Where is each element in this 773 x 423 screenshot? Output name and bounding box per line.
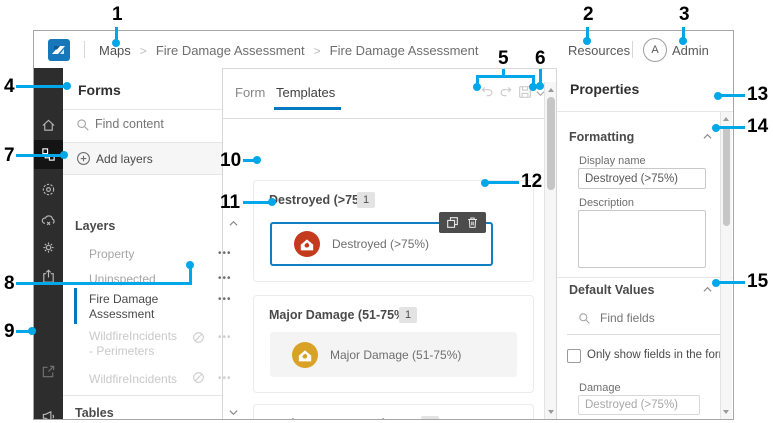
chevron-right-icon: > xyxy=(313,43,321,58)
active-tab-underline xyxy=(274,107,341,110)
description-label: Description xyxy=(579,197,635,209)
properties-panel: Properties Formatting Display name Descr… xyxy=(557,68,733,419)
search-icon xyxy=(578,312,591,325)
geofence-icon xyxy=(41,182,56,197)
layer-item-wildfire-incidents: WildfireIncidents xyxy=(89,372,178,386)
cloud-offline-icon xyxy=(41,213,56,228)
header-divider xyxy=(632,41,633,58)
find-fields-input[interactable] xyxy=(598,310,702,326)
layer-item-fire-damage-assessment[interactable]: Fire Damage Assessment xyxy=(89,292,189,322)
sidebar-item-geofences[interactable] xyxy=(34,175,63,204)
template-group-moderate: Moderate Damage (26-50%) 1 xyxy=(253,404,534,419)
layer-item-wildfire-perimeters: WildfireIncidents - Perimeters xyxy=(89,329,178,358)
prohibit-icon xyxy=(192,371,205,384)
description-textarea[interactable] xyxy=(578,210,706,268)
chevron-up-icon[interactable] xyxy=(703,286,712,293)
template-group-destroyed: Destroyed (>75%) 1 Destroyed (>75%) xyxy=(253,180,534,282)
home-icon xyxy=(41,118,56,133)
properties-panel-title: Properties xyxy=(570,81,640,97)
header-divider xyxy=(84,41,85,58)
tab-templates[interactable]: Templates xyxy=(276,85,335,100)
undo-icon[interactable] xyxy=(481,86,494,99)
card-action-toolbar xyxy=(439,212,486,233)
damage-field-input[interactable] xyxy=(578,395,700,415)
template-card-label: Destroyed (>75%) xyxy=(332,237,430,251)
esri-logo[interactable] xyxy=(48,39,70,61)
app-sidebar: » xyxy=(34,68,63,419)
forms-panel: Forms Add layers Layers Property ••• Uni… xyxy=(63,68,238,419)
template-card-label: Major Damage (51-75%) xyxy=(330,347,462,362)
gear-icon xyxy=(41,240,56,255)
user-menu[interactable]: Admin xyxy=(672,43,709,58)
avatar[interactable]: A xyxy=(643,38,667,62)
tables-section-header[interactable]: Tables xyxy=(75,406,114,419)
sidebar-item-sharing[interactable] xyxy=(34,262,63,291)
search-icon xyxy=(76,118,90,132)
delete-icon[interactable] xyxy=(466,216,479,229)
only-show-fields-label: Only show fields in the form xyxy=(587,349,729,361)
only-show-fields-checkbox[interactable] xyxy=(567,349,581,363)
template-group-major: Major Damage (51-75%) 1 Major Damage (51… xyxy=(253,295,534,393)
formatting-section-header[interactable]: Formatting xyxy=(569,130,634,144)
chevron-right-icon: > xyxy=(139,43,147,58)
template-count-badge: 1 xyxy=(357,192,375,208)
prohibit-icon xyxy=(192,331,205,344)
sidebar-item-home[interactable] xyxy=(34,111,63,140)
properties-scrollbar[interactable] xyxy=(720,112,732,419)
app-header: Maps > Fire Damage Assessment > Fire Dam… xyxy=(34,31,733,69)
selected-layer-indicator xyxy=(74,288,77,324)
breadcrumb: Maps > Fire Damage Assessment > Fire Dam… xyxy=(99,43,479,58)
layer-item-property[interactable]: Property xyxy=(89,247,134,261)
layers-section-header[interactable]: Layers xyxy=(75,219,115,233)
breadcrumb-layer-name: Fire Damage Assessment xyxy=(329,43,479,58)
forms-panel-title: Forms xyxy=(78,82,121,98)
template-count-badge: 1 xyxy=(421,416,439,419)
template-count-badge: 1 xyxy=(399,307,417,323)
duplicate-icon[interactable] xyxy=(446,216,459,229)
app-window: Maps > Fire Damage Assessment > Fire Dam… xyxy=(33,30,734,420)
sidebar-item-offline[interactable] xyxy=(34,206,63,235)
major-damage-house-fire-icon xyxy=(292,341,318,368)
display-name-label: Display name xyxy=(579,155,646,167)
destroyed-house-fire-icon xyxy=(294,231,320,257)
add-layers-label: Add layers xyxy=(96,152,153,166)
damage-field-label: Damage xyxy=(579,382,621,394)
sidebar-item-settings[interactable] xyxy=(34,233,63,262)
chevron-up-icon[interactable] xyxy=(703,133,712,140)
redo-icon[interactable] xyxy=(499,86,512,99)
search-input[interactable] xyxy=(93,116,212,132)
breadcrumb-map-name[interactable]: Fire Damage Assessment xyxy=(156,43,305,58)
template-group-title: Moderate Damage (26-50%) xyxy=(269,417,432,419)
screenshot-canvas: Maps > Fire Damage Assessment > Fire Dam… xyxy=(0,0,773,423)
megaphone-icon xyxy=(41,409,56,419)
sidebar-item-launch-app[interactable] xyxy=(34,357,63,386)
default-values-section-header[interactable]: Default Values xyxy=(569,283,654,297)
sidebar-item-feedback[interactable] xyxy=(34,402,63,419)
add-layers-button[interactable]: Add layers xyxy=(63,143,222,174)
display-name-input[interactable] xyxy=(578,168,706,189)
editor-panel: Form Templates Destroyed (>75%) 1 Destro… xyxy=(222,68,556,419)
template-card-major[interactable]: Major Damage (51-75%) xyxy=(270,332,517,377)
launch-icon xyxy=(41,364,56,379)
template-group-title: Major Damage (51-75%) xyxy=(269,308,410,322)
resources-link[interactable]: Resources xyxy=(568,43,630,58)
plus-circle-icon xyxy=(76,151,91,166)
tab-form[interactable]: Form xyxy=(235,85,265,100)
